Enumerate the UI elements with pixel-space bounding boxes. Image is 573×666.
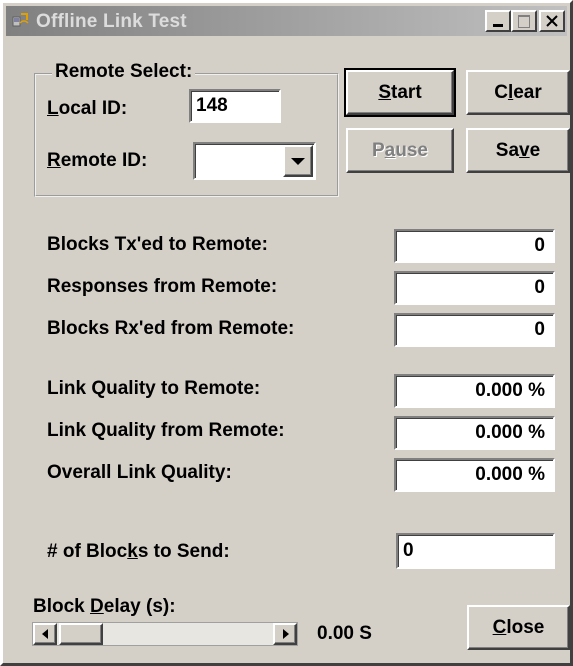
start-button-label: Start	[378, 81, 422, 103]
close-button[interactable]: Close	[467, 605, 570, 650]
arrow-right-icon	[283, 629, 289, 639]
window-title: Offline Link Test	[36, 11, 187, 32]
link-quality-from-label: Link Quality from Remote:	[47, 420, 285, 441]
remote-select-label: Remote Select:	[52, 61, 196, 83]
link-quality-to-field: 0.000 %	[394, 374, 555, 408]
overall-link-quality-label: Overall Link Quality:	[47, 462, 232, 483]
blocks-rxed-value: 0	[534, 319, 545, 340]
blocks-txed-value: 0	[534, 235, 545, 256]
arrow-left-icon	[42, 629, 48, 639]
responses-label: Responses from Remote:	[47, 276, 278, 297]
overall-link-quality-field: 0.000 %	[394, 458, 555, 492]
local-id-value: 148	[196, 95, 228, 116]
slider-right-button[interactable]	[273, 623, 297, 645]
responses-field: 0	[394, 271, 555, 305]
close-window-button[interactable]	[539, 10, 565, 32]
maximize-icon	[518, 15, 530, 28]
overall-link-quality-value: 0.000 %	[475, 464, 545, 485]
close-button-label: Close	[492, 616, 545, 638]
remote-id-label: Remote ID:	[47, 150, 148, 171]
local-id-label: Local ID:	[47, 98, 128, 119]
clear-button-label: Clear	[494, 81, 542, 103]
link-quality-from-field: 0.000 %	[394, 416, 555, 450]
chevron-down-icon	[291, 158, 305, 165]
blocks-txed-label: Blocks Tx'ed to Remote:	[47, 234, 268, 255]
save-button-label: Save	[495, 139, 541, 161]
minimize-icon	[493, 24, 503, 27]
blocks-txed-field: 0	[394, 229, 555, 263]
remote-id-dropdown[interactable]	[193, 142, 316, 180]
blocks-to-send-input[interactable]: 0	[396, 533, 555, 569]
start-button[interactable]: Start	[344, 68, 456, 117]
slider-left-button[interactable]	[33, 623, 57, 645]
title-bar[interactable]: Offline Link Test	[6, 6, 567, 36]
close-icon	[546, 15, 558, 27]
block-delay-slider[interactable]	[32, 622, 298, 646]
blocks-to-send-value: 0	[403, 540, 414, 561]
link-quality-from-value: 0.000 %	[475, 422, 545, 443]
clear-button[interactable]: Clear	[466, 70, 570, 115]
blocks-to-send-label: # of Blocks to Send:	[47, 541, 230, 562]
link-quality-to-label: Link Quality to Remote:	[47, 378, 261, 399]
link-quality-to-value: 0.000 %	[475, 380, 545, 401]
slider-thumb[interactable]	[59, 623, 103, 645]
link-test-app-icon	[12, 13, 29, 27]
minimize-button[interactable]	[485, 10, 511, 32]
pause-button-label: Pause	[371, 139, 428, 161]
pause-button[interactable]: Pause	[346, 128, 454, 173]
offline-link-test-window: Offline Link Test Remote Select: Local I…	[0, 0, 573, 666]
save-button[interactable]: Save	[466, 128, 570, 173]
block-delay-label: Block Delay (s):	[33, 596, 176, 617]
blocks-rxed-label: Blocks Rx'ed from Remote:	[47, 318, 295, 339]
responses-value: 0	[534, 277, 545, 298]
block-delay-readout: 0.00 S	[317, 623, 372, 644]
dropdown-arrow-button[interactable]	[283, 145, 313, 177]
maximize-button[interactable]	[511, 10, 537, 32]
blocks-rxed-field: 0	[394, 313, 555, 347]
local-id-input[interactable]: 148	[189, 89, 281, 123]
